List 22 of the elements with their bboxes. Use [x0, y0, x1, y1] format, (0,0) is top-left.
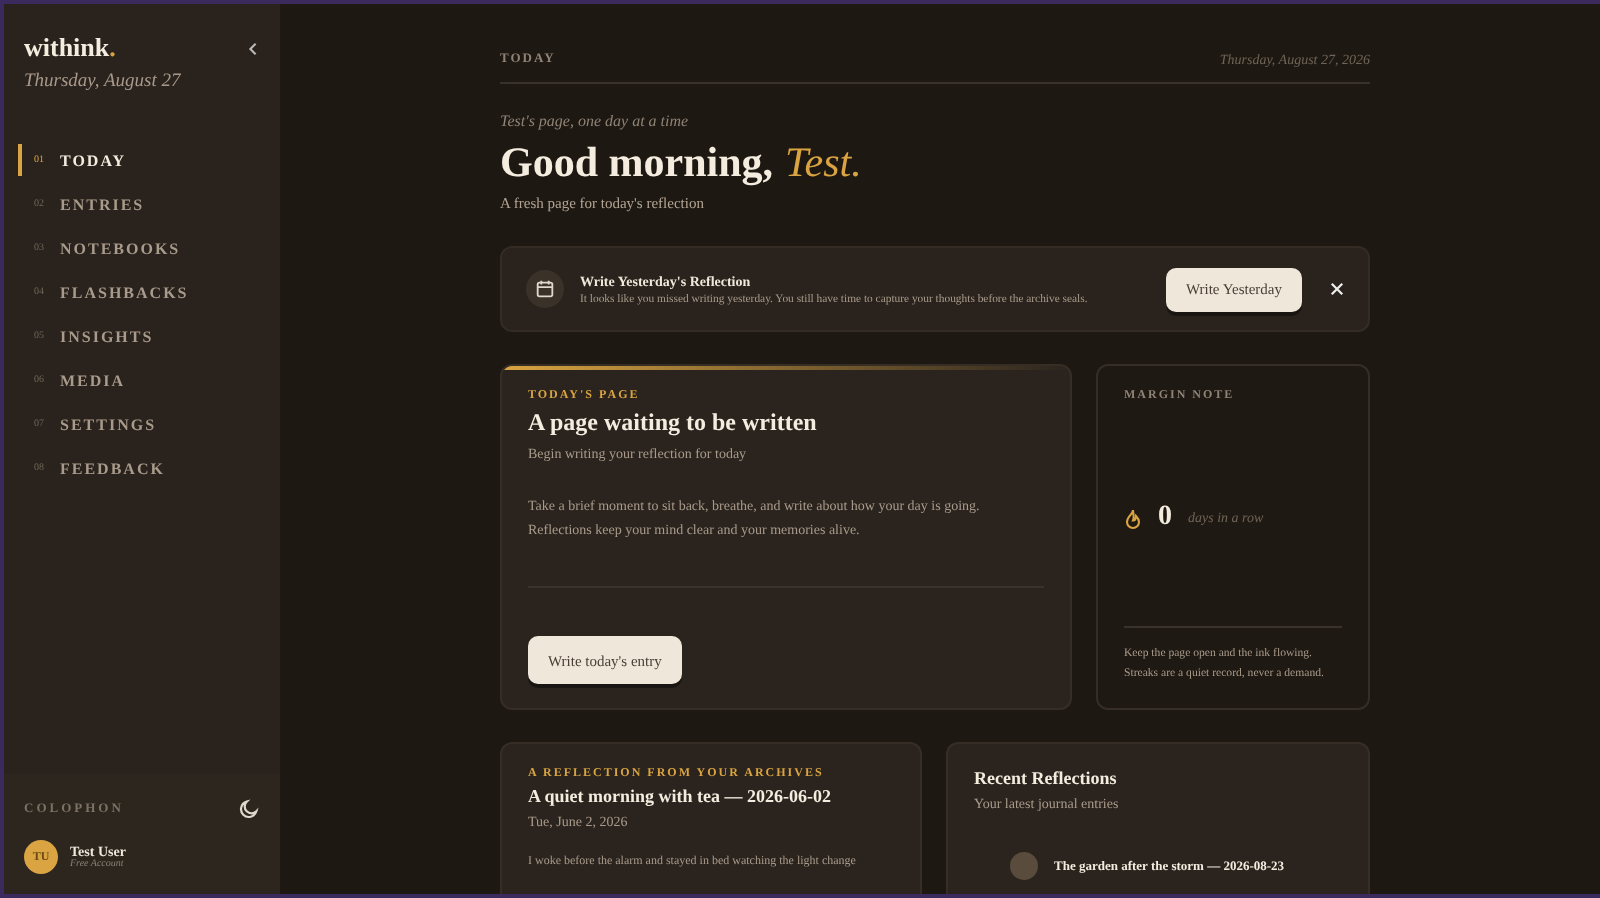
greeting-heading: Good morning, Test.	[500, 138, 864, 188]
moon-icon[interactable]	[238, 798, 260, 820]
nav-label: SETTINGS	[60, 415, 157, 433]
nav-label: NOTEBOOKS	[60, 239, 181, 257]
card-title: A quiet morning with tea — 2026-06-02	[528, 786, 833, 806]
nav-label: FEEDBACK	[60, 459, 165, 477]
greeting-eyebrow: Test's page, one day at a time	[500, 112, 691, 130]
flame-icon	[1124, 507, 1142, 529]
nav-label: FLASHBACKS	[60, 283, 189, 301]
collapse-chevron-icon[interactable]	[246, 41, 260, 55]
entry-thumbnail	[1010, 852, 1038, 880]
nav-label: ENTRIES	[60, 195, 145, 213]
streak-count: 0	[1158, 502, 1172, 534]
app-logo: withink.	[24, 32, 116, 64]
card-title: Recent Reflections	[974, 768, 1119, 788]
nav-label: INSIGHTS	[60, 327, 154, 345]
nav-label: MEDIA	[60, 371, 126, 389]
calendar-icon	[526, 270, 564, 308]
nav-label: TODAY	[60, 151, 127, 169]
sidebar-date: Thursday, August 27	[24, 72, 183, 92]
close-icon[interactable]	[1330, 282, 1344, 296]
card-title: A page waiting to be written	[528, 408, 819, 438]
